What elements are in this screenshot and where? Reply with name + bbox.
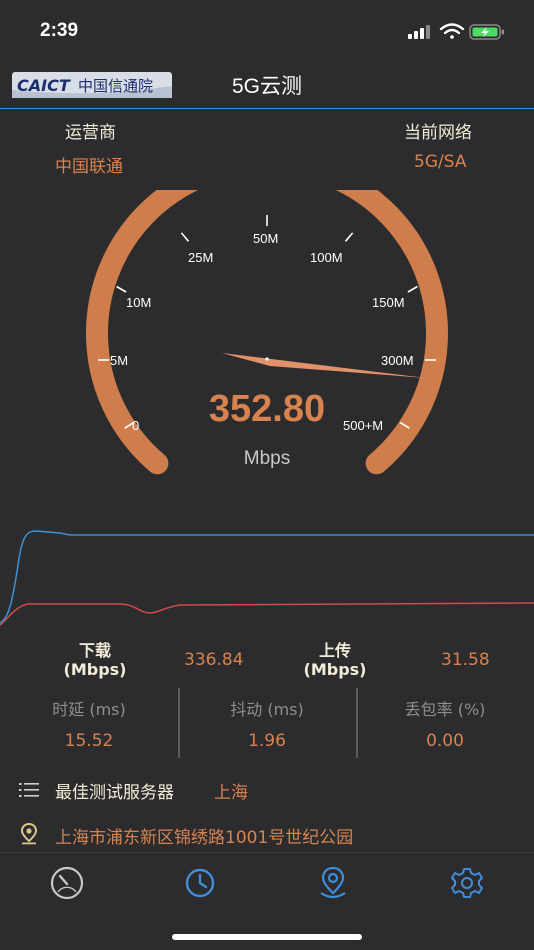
speed-value: 352.80	[208, 388, 326, 430]
location-pin-icon	[320, 866, 346, 899]
tick-label-25m: 25M	[188, 250, 213, 265]
location-pin-icon	[20, 823, 38, 845]
best-server-row[interactable]: 最佳测试服务器 上海	[0, 776, 534, 804]
cellular-signal-icon	[408, 25, 430, 39]
home-indicator	[172, 934, 362, 940]
packet-loss-value: 0.00	[426, 731, 464, 751]
tab-speed-test[interactable]	[47, 863, 87, 903]
header-divider	[0, 108, 534, 109]
settings-gear-icon	[451, 868, 483, 898]
best-server-value: 上海	[214, 783, 248, 803]
carrier-value: 中国联通	[55, 157, 123, 177]
upload-trend-line	[0, 602, 534, 626]
app-header: CAICT 中国信通院 5G云测	[0, 64, 534, 110]
upload-value: 31.58	[441, 650, 490, 670]
tick-label-100m: 100M	[310, 250, 343, 265]
speed-trend-chart	[0, 530, 534, 626]
download-label-line2: (Mbps)	[63, 660, 127, 679]
tab-map[interactable]	[313, 863, 353, 903]
carrier-label: 运营商	[65, 123, 116, 143]
speedometer-icon	[50, 866, 84, 900]
history-clock-icon	[185, 868, 215, 898]
status-bar: 2:39	[0, 0, 534, 64]
jitter-label: 抖动 (ms)	[230, 700, 304, 719]
list-icon	[19, 783, 39, 797]
server-address: 上海市浦东新区锦绣路1001号世纪公园	[55, 828, 354, 848]
status-time: 2:39	[40, 20, 79, 41]
status-icons	[408, 22, 518, 42]
tick-label-5m: 5M	[110, 353, 128, 368]
speed-unit: Mbps	[243, 448, 291, 469]
network-label: 当前网络	[404, 123, 472, 143]
download-label-line1: 下载	[78, 641, 111, 660]
tick-label-300m: 300M	[381, 353, 414, 368]
upload-label-line2: (Mbps)	[303, 660, 367, 679]
download-label: 下载 (Mbps)	[55, 641, 135, 679]
tick-label-10m: 10M	[126, 295, 151, 310]
best-server-label: 最佳测试服务器	[55, 783, 174, 803]
battery-charging-icon	[469, 24, 504, 40]
packet-loss-label: 丢包率 (%)	[404, 700, 486, 719]
latency-label: 时延 (ms)	[52, 700, 126, 719]
tab-settings[interactable]	[447, 863, 487, 903]
download-trend-line	[0, 530, 534, 624]
tab-history[interactable]	[180, 863, 220, 903]
server-address-row: 上海市浦东新区锦绣路1001号世纪公园	[0, 820, 534, 848]
upload-label-line1: 上传	[318, 641, 351, 660]
app-title: 5G云测	[231, 75, 302, 98]
tick-label-150m: 150M	[372, 295, 405, 310]
latency-value: 15.52	[64, 731, 114, 751]
network-value: 5G/SA	[414, 152, 467, 172]
download-value: 336.84	[184, 650, 244, 670]
upload-label: 上传 (Mbps)	[295, 641, 375, 679]
speed-gauge: 0 5M 10M 25M 50M 100M 150M 300M 500+M	[86, 190, 448, 475]
jitter-value: 1.96	[248, 731, 286, 751]
tick-label-50m: 50M	[253, 231, 278, 246]
wifi-icon	[439, 23, 465, 39]
